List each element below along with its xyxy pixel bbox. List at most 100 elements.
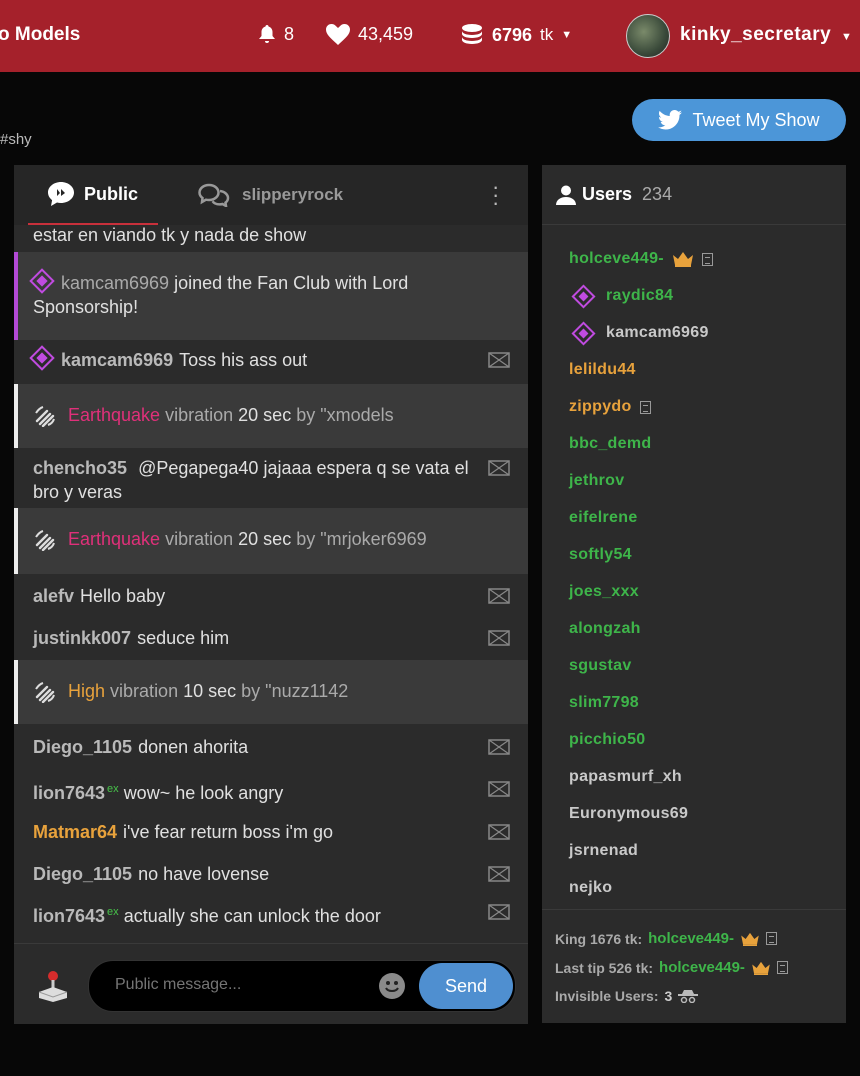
tab-public-label: Public	[83, 183, 138, 204]
likes-count: 43,459	[358, 24, 414, 44]
tweet-my-show-button[interactable]: Tweet My Show	[632, 99, 846, 141]
message-user[interactable]: Matmar64	[33, 822, 117, 842]
tab-slipperyrock-label: slipperyrock	[242, 185, 344, 204]
user-list-item[interactable]: raydic84	[571, 283, 673, 309]
user-list-item[interactable]: joes_xxx	[569, 583, 639, 601]
more-options-icon[interactable]: · · ·	[492, 176, 499, 214]
user-name: sgustav	[569, 657, 632, 674]
fanclub-diamond-icon	[571, 320, 596, 346]
message-text: estar en viando tk y nada de show	[33, 225, 307, 245]
tokens-dropdown[interactable]: 6796 tk ▼	[460, 24, 572, 46]
message-input[interactable]	[113, 975, 367, 995]
report-flag-icon[interactable]	[488, 460, 510, 476]
message-text: actually she can unlock the door	[123, 906, 381, 926]
message-text: donen ahorita	[138, 737, 249, 757]
chat-messages: estar en viando tk y nada de show kamcam…	[14, 225, 528, 943]
vibration-by: by "mrjoker6969	[296, 529, 427, 549]
crown-icon	[741, 932, 759, 946]
notes-icon[interactable]	[776, 961, 788, 974]
user-list-item[interactable]: bbc_demd	[569, 435, 651, 453]
chat-panel: Public slipperyrock · · · estar en viando …	[14, 165, 528, 1024]
notes-icon[interactable]	[766, 932, 778, 945]
user-list-item[interactable]: sgustav	[569, 657, 632, 675]
message-text: seduce him	[137, 628, 230, 648]
notes-icon[interactable]	[639, 400, 651, 414]
user-menu[interactable]: kinky_secretary ▼	[680, 24, 852, 46]
likes-button[interactable]: 43,459	[326, 24, 413, 45]
invisible-users-line: Invisible Users: 3	[555, 988, 699, 1004]
vibration-word: vibration	[110, 681, 179, 701]
twitter-icon	[658, 110, 683, 130]
user-list-item[interactable]: kamcam6969	[571, 320, 709, 346]
tab-public[interactable]: Public	[28, 165, 158, 225]
top-bar: o Models 8 43,459 6796 tk ▼ kinky_secret…	[0, 0, 860, 72]
emoji-icon[interactable]	[379, 973, 405, 999]
tab-slipperyrock[interactable]: slipperyrock	[198, 165, 343, 225]
user-badge: ex	[107, 906, 119, 918]
crown-icon	[672, 252, 693, 267]
joystick-icon[interactable]	[38, 970, 68, 1002]
report-flag-icon[interactable]	[488, 904, 510, 920]
notifications-button[interactable]: 8	[258, 24, 294, 45]
report-flag-icon[interactable]	[488, 588, 510, 604]
models-link[interactable]: o Models	[0, 24, 80, 46]
vibration-icon	[35, 530, 55, 552]
report-flag-icon[interactable]	[488, 630, 510, 646]
user-name: slim7798	[569, 694, 640, 711]
user-list-item[interactable]: picchio50	[569, 731, 646, 749]
chat-message: chencho35 @Pegapega40 jajaaa espera q se…	[14, 448, 528, 508]
king-user[interactable]: holceve449-	[648, 930, 734, 947]
username: kinky_secretary	[680, 24, 832, 45]
message-user[interactable]: chencho35	[33, 458, 127, 478]
message-input-wrapper: Send	[88, 960, 516, 1012]
notes-icon[interactable]	[701, 252, 713, 266]
user-list-item[interactable]: papasmurf_xh	[569, 768, 682, 786]
last-tip-user[interactable]: holceve449-	[659, 959, 745, 976]
user-list-item[interactable]: softly54	[569, 546, 632, 564]
message-user[interactable]: Diego_1105	[33, 864, 132, 884]
report-flag-icon[interactable]	[488, 781, 510, 797]
user-name: joes_xxx	[569, 583, 640, 600]
report-flag-icon[interactable]	[488, 866, 510, 882]
message-user[interactable]: lion7643	[33, 783, 105, 803]
message-user[interactable]: lion7643	[33, 906, 105, 926]
vibration-level: Earthquake	[68, 405, 161, 425]
user-list-item[interactable]: Euronymous69	[569, 805, 688, 823]
message-user[interactable]: alefv	[33, 586, 74, 606]
message-user[interactable]: kamcam6969	[61, 350, 173, 370]
report-flag-icon[interactable]	[488, 352, 510, 368]
crown-icon	[752, 961, 770, 975]
user-name: holceve449-	[569, 250, 664, 267]
user-list-item[interactable]: slim7798	[569, 694, 639, 712]
vibration-level: Earthquake	[68, 529, 161, 549]
chat-bubble-icon	[47, 182, 74, 206]
message-user[interactable]: kamcam6969	[61, 273, 169, 293]
message-text: Toss his ass out	[179, 350, 308, 370]
user-list-item[interactable]: jethrov	[569, 472, 624, 490]
user-list-item[interactable]: holceve449-	[569, 250, 713, 268]
fanclub-diamond-icon	[29, 268, 55, 294]
user-name: zippydo	[569, 398, 632, 415]
chat-message-fanclub: kamcam6969 joined the Fan Club with Lord…	[14, 252, 528, 340]
send-button[interactable]: Send	[419, 963, 513, 1009]
user-name: papasmurf_xh	[569, 768, 682, 785]
chat-bubbles-icon	[198, 183, 230, 207]
user-list-item[interactable]: eifelrene	[569, 509, 638, 527]
chat-input-area: Send	[14, 943, 528, 1024]
user-list-item[interactable]: jsrnenad	[569, 842, 638, 860]
user-list-item[interactable]: nejko	[569, 879, 612, 897]
report-flag-icon[interactable]	[488, 739, 510, 755]
hashtag[interactable]: #shy	[0, 131, 32, 148]
user-list-item[interactable]: zippydo	[569, 398, 651, 416]
chat-message: estar en viando tk y nada de show	[14, 225, 528, 251]
message-user[interactable]: Diego_1105	[33, 737, 132, 757]
avatar[interactable]	[626, 14, 670, 58]
tweet-label: Tweet My Show	[692, 109, 820, 130]
user-list-item[interactable]: alongzah	[569, 620, 641, 638]
report-flag-icon[interactable]	[488, 824, 510, 840]
user-icon	[556, 185, 576, 205]
message-user[interactable]: justinkk007	[33, 628, 131, 648]
user-name: alongzah	[569, 620, 641, 637]
user-list-item[interactable]: lelildu44	[569, 361, 636, 379]
user-name: jsrnenad	[569, 842, 639, 859]
